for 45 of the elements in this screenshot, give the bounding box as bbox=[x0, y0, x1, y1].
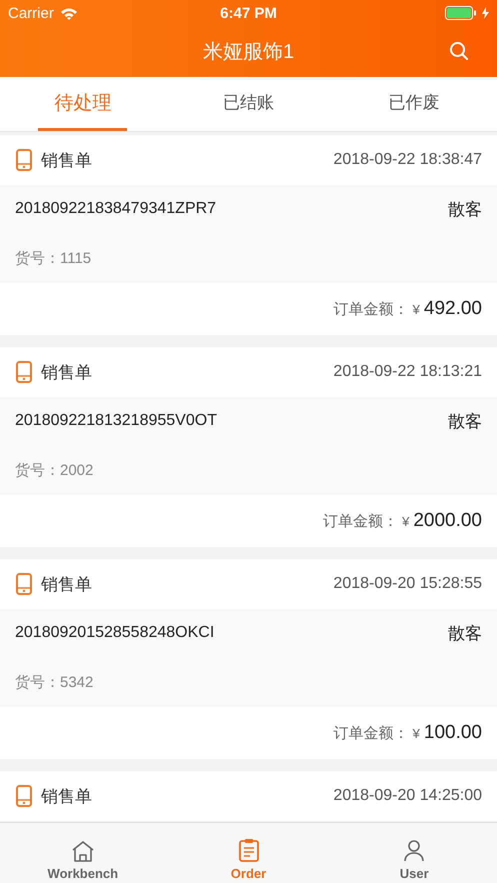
customer-name: 散客 bbox=[448, 198, 482, 220]
order-type: 销售单 bbox=[41, 362, 92, 384]
phone-icon bbox=[16, 785, 32, 807]
currency-sign: ¥ bbox=[402, 514, 410, 528]
amount-label: 订单金额： bbox=[323, 512, 398, 530]
tab-bar-item[interactable]: Workbench bbox=[44, 823, 122, 883]
currency-sign: ¥ bbox=[412, 302, 420, 316]
phone-icon bbox=[16, 573, 32, 595]
order-datetime: 2018-09-22 18:13:21 bbox=[333, 363, 482, 381]
item-number: 货号：5342 bbox=[15, 672, 94, 692]
order-amount: 2000.00 bbox=[413, 510, 482, 532]
order-number: 201809201528558248OKCI bbox=[15, 624, 214, 642]
tab[interactable]: 已作废 bbox=[372, 77, 456, 131]
home-icon bbox=[70, 840, 95, 862]
clipboard-icon bbox=[238, 838, 258, 862]
tab[interactable]: 待处理 bbox=[38, 77, 128, 131]
wifi-icon bbox=[60, 6, 78, 20]
user-icon bbox=[402, 838, 426, 862]
order-number: 201809221838479341ZPR7 bbox=[15, 200, 216, 218]
clock-time: 6:47 PM bbox=[220, 4, 277, 22]
search-icon[interactable] bbox=[449, 41, 469, 61]
order-amount: 492.00 bbox=[424, 298, 482, 320]
order-datetime: 2018-09-20 15:28:55 bbox=[333, 575, 482, 593]
page-title: 米娅服饰1 bbox=[202, 40, 294, 65]
carrier-name: Carrier bbox=[8, 4, 54, 22]
customer-name: 散客 bbox=[448, 410, 482, 432]
tab-bar-item[interactable]: User bbox=[396, 823, 433, 883]
phone-icon bbox=[16, 149, 32, 171]
order-type: 销售单 bbox=[41, 786, 92, 808]
item-number: 货号：2002 bbox=[15, 460, 94, 480]
charging-icon bbox=[482, 7, 490, 19]
order-datetime: 2018-09-20 14:25:00 bbox=[333, 787, 482, 805]
order-type: 销售单 bbox=[41, 574, 92, 596]
order-number: 201809221813218955V0OT bbox=[15, 412, 217, 430]
phone-icon bbox=[16, 361, 32, 383]
order-amount: 100.00 bbox=[424, 722, 482, 744]
amount-label: 订单金额： bbox=[334, 724, 409, 742]
tab[interactable]: 已结账 bbox=[207, 77, 290, 131]
amount-label: 订单金额： bbox=[334, 300, 409, 318]
item-number: 货号：1115 bbox=[15, 248, 92, 268]
tab-bar-item[interactable]: Order bbox=[226, 823, 270, 883]
order-datetime: 2018-09-22 18:38:47 bbox=[333, 151, 482, 169]
customer-name: 散客 bbox=[448, 622, 482, 644]
order-type: 销售单 bbox=[41, 150, 92, 172]
currency-sign: ¥ bbox=[412, 726, 420, 740]
